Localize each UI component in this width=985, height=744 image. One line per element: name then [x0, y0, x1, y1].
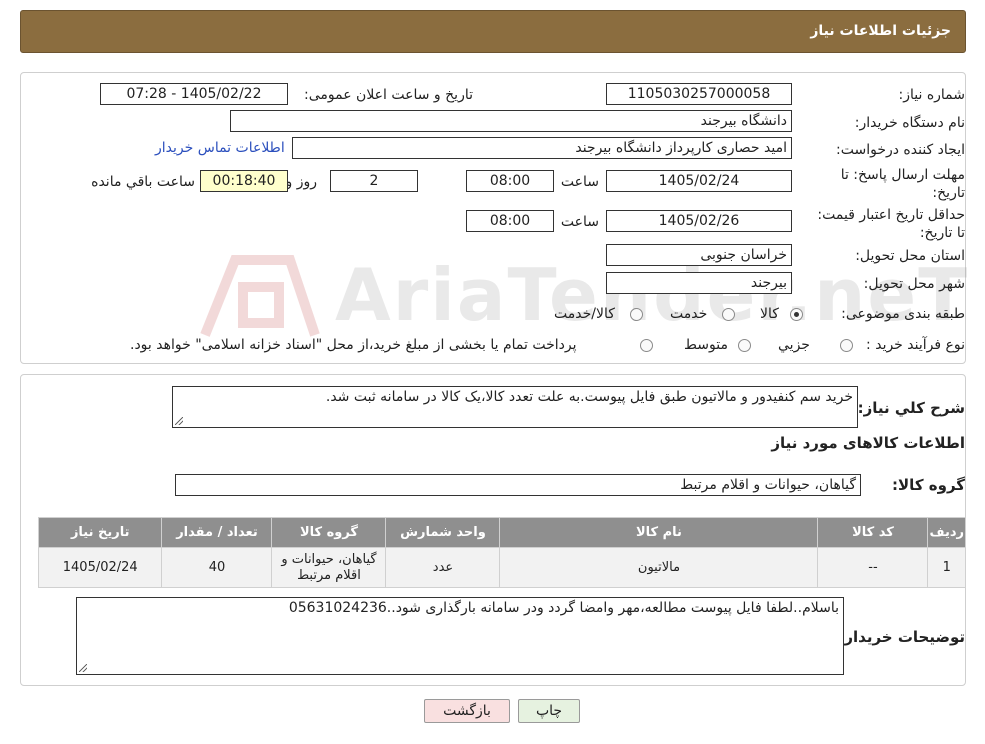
remaining-time-field: 00:18:40 — [200, 170, 288, 192]
city-field: بیرجند — [606, 272, 792, 294]
col-need-date: تاریخ نیاز — [37, 517, 163, 548]
province-field: خراسان جنوبی — [606, 244, 792, 266]
cell-unit: عدد — [385, 547, 501, 588]
print-button[interactable]: چاپ — [518, 699, 580, 723]
goods-group-label: گروه کالا: — [892, 476, 965, 494]
announce-label: تاریخ و ساعت اعلان عمومی: — [304, 87, 473, 103]
cell-row-number: 1 — [927, 547, 966, 588]
table-row: 1 -- مالاتیون عدد گیاهان، حیوانات و اقلا… — [37, 547, 966, 588]
process-label: نوع فرآیند خرید : — [866, 337, 965, 353]
city-label: شهر محل تحویل: — [863, 276, 965, 292]
col-row-number: ردیف — [927, 517, 966, 548]
category-radio-goods[interactable] — [790, 308, 803, 321]
description-text: خرید سم کنفیدور و مالاتیون طبق فایل پیوس… — [325, 389, 853, 405]
need-number-label: شماره نیاز: — [898, 87, 966, 103]
page-header: جزئیات اطلاعات نیاز — [20, 10, 966, 53]
buyer-notes-label: توضیحات خریدار: — [838, 628, 965, 646]
col-quantity: تعداد / مقدار — [161, 517, 273, 548]
buyer-notes-text: باسلام..لطفا فایل پیوست مطالعه،مهر وامضا… — [288, 600, 839, 616]
category-radio-goods-service[interactable] — [630, 308, 643, 321]
col-item-group: گروه کالا — [271, 517, 387, 548]
goods-group-field: گیاهان، حیوانات و اقلام مرتبط — [175, 474, 861, 496]
requester-field: امید حصاری کارپرداز دانشگاه بیرجند — [292, 137, 792, 159]
category-option-goods: کالا — [760, 306, 779, 322]
col-item-name: نام کالا — [499, 517, 819, 548]
deadline-date-field: 1405/02/24 — [606, 170, 792, 192]
remaining-label: ساعت باقي مانده — [91, 174, 195, 190]
description-textarea[interactable]: خرید سم کنفیدور و مالاتیون طبق فایل پیوس… — [172, 386, 858, 428]
requester-label: ایجاد کننده درخواست: — [836, 142, 965, 158]
goods-info-title: اطلاعات کالاهای مورد نیاز — [771, 434, 965, 452]
resize-grip-icon[interactable] — [79, 664, 87, 672]
cell-need-date: 1405/02/24 — [37, 547, 163, 588]
cell-item-group: گیاهان، حیوانات و اقلام مرتبط — [271, 547, 387, 588]
col-item-code: کد کالا — [817, 517, 929, 548]
buyer-notes-textarea[interactable]: باسلام..لطفا فایل پیوست مطالعه،مهر وامضا… — [76, 597, 844, 675]
cell-quantity: 40 — [161, 547, 273, 588]
days-label: روز و — [285, 174, 318, 190]
validity-date-field: 1405/02/26 — [606, 210, 792, 232]
deadline-time-label: ساعت — [560, 174, 599, 190]
items-table: ردیف کد کالا نام کالا واحد شمارش گروه کا… — [37, 517, 966, 588]
announce-field: 1405/02/22 - 07:28 — [100, 83, 288, 105]
process-option-medium: متوسط — [684, 337, 728, 353]
category-option-service: خدمت — [670, 306, 708, 322]
process-radio-treasury[interactable] — [640, 339, 653, 352]
contact-info-link[interactable]: اطلاعات تماس خریدار — [155, 140, 285, 156]
category-label: طبقه بندی موضوعی: — [841, 306, 965, 322]
description-label: شرح کلي نياز: — [857, 399, 965, 417]
process-radio-minor[interactable] — [840, 339, 853, 352]
category-option-goods-service: کالا/خدمت — [554, 306, 615, 322]
validity-label: حداقل تاریخ اعتبار قیمت: تا تاریخ: — [817, 207, 965, 241]
category-radio-service[interactable] — [722, 308, 735, 321]
deadline-label: مهلت ارسال پاسخ: تا تاریخ: — [840, 167, 965, 201]
cell-item-name: مالاتیون — [499, 547, 819, 588]
process-radio-medium[interactable] — [738, 339, 751, 352]
buyer-org-field: دانشگاه بیرجند — [230, 110, 792, 132]
validity-time-field: 08:00 — [466, 210, 554, 232]
col-unit: واحد شمارش — [385, 517, 501, 548]
province-label: استان محل تحویل: — [855, 248, 965, 264]
deadline-time-field: 08:00 — [466, 170, 554, 192]
table-header-row: ردیف کد کالا نام کالا واحد شمارش گروه کا… — [37, 517, 966, 548]
days-field: 2 — [330, 170, 418, 192]
process-note: پرداخت تمام یا بخشی از مبلغ خرید،از محل … — [130, 337, 577, 353]
validity-time-label: ساعت — [560, 214, 599, 230]
need-number-field: 1105030257000058 — [606, 83, 792, 105]
resize-grip-icon[interactable] — [175, 417, 183, 425]
cell-item-code: -- — [817, 547, 929, 588]
buyer-org-label: نام دستگاه خریدار: — [854, 115, 965, 131]
process-option-minor: جزیي — [778, 337, 810, 353]
back-button[interactable]: بازگشت — [424, 699, 510, 723]
page-title: جزئیات اطلاعات نیاز — [810, 23, 951, 39]
